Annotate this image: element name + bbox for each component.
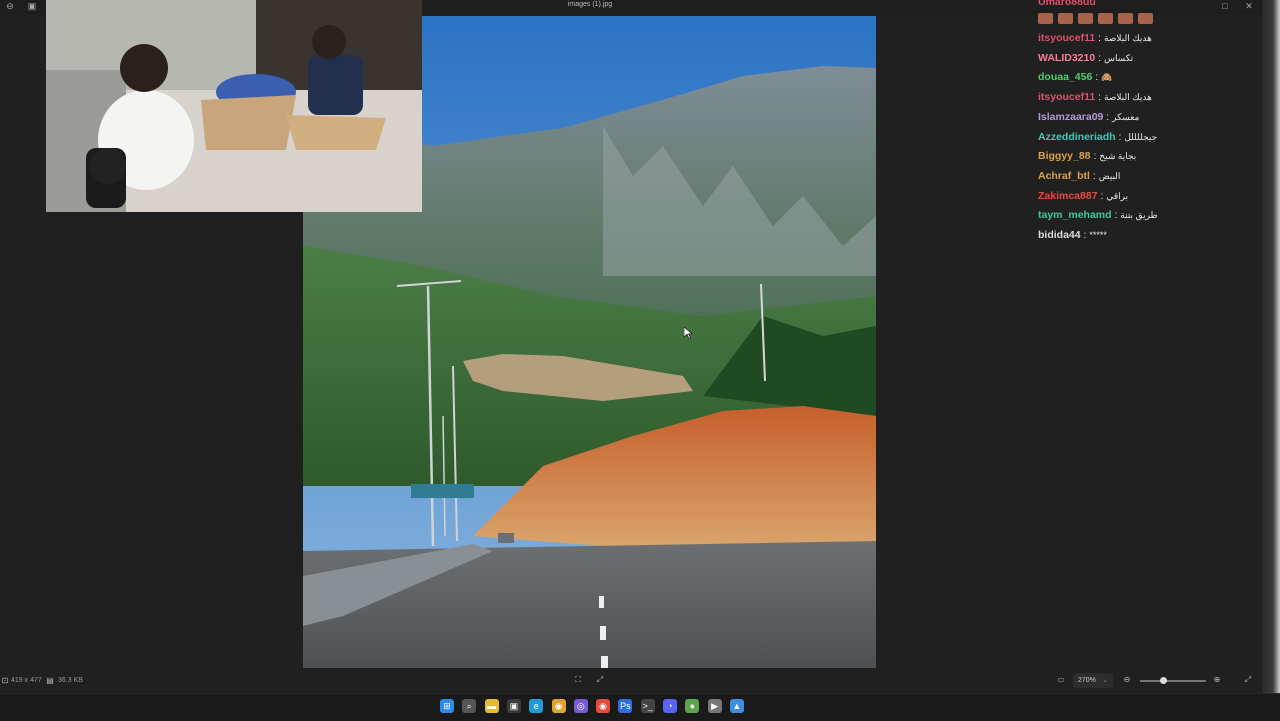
app-icon: ⊖ xyxy=(6,1,14,11)
view-mode-icon[interactable]: ▭ xyxy=(1056,675,1066,685)
open-file-icon[interactable]: ▣ xyxy=(26,0,38,12)
fit-to-window-icon[interactable]: ⛶ xyxy=(573,675,583,685)
chat-username: taym_mehamd xyxy=(1038,209,1112,222)
chat-message: bidida44 : ***** xyxy=(1038,229,1107,241)
close-icon[interactable]: ✕ xyxy=(1243,0,1255,12)
android-icon[interactable]: ● xyxy=(685,699,700,713)
chat-message: taym_mehamd : طريق بتنة xyxy=(1038,209,1158,221)
media-player-icon[interactable]: ▶ xyxy=(707,699,722,713)
chat-username: WALID3210 xyxy=(1038,51,1096,64)
maximize-icon[interactable]: □ xyxy=(1219,0,1231,12)
chat-message: Islamzaara09 : معسكر xyxy=(1038,111,1139,123)
chat-text: هديك البلاصة xyxy=(1103,92,1152,103)
chat-separator: : xyxy=(1095,91,1104,104)
mouse-cursor-icon xyxy=(684,327,692,339)
zoom-slider[interactable] xyxy=(1140,680,1206,682)
chevron-down-icon: ⌄ xyxy=(1102,677,1108,684)
emote-row xyxy=(1038,13,1153,24)
zoom-slider-thumb[interactable] xyxy=(1160,677,1167,684)
chrome-canary-icon[interactable]: ◉ xyxy=(551,699,566,713)
chat-username: Achraf_btl xyxy=(1038,169,1090,182)
webcam-overlay xyxy=(46,0,422,212)
chat-separator: : xyxy=(1111,209,1121,222)
terminal-icon[interactable]: >_ xyxy=(640,699,655,713)
discord-icon[interactable]: ◔ xyxy=(663,699,677,713)
emote-icon xyxy=(1038,13,1053,24)
chat-separator: : xyxy=(1097,189,1107,202)
chat-text: جيجللللل xyxy=(1124,131,1158,142)
background-window-edge xyxy=(1262,0,1280,693)
chat-separator: : xyxy=(1095,32,1104,44)
chat-username: Islamzaara09 xyxy=(1038,110,1104,123)
chat-message: Biggyy_88 : بجاية شيخ xyxy=(1038,150,1136,162)
photoshop-icon[interactable]: Ps xyxy=(618,699,633,713)
emote-icon xyxy=(1138,13,1153,24)
zoom-dropdown[interactable]: 270% ⌄ xyxy=(1073,673,1113,688)
chat-text: ***** xyxy=(1089,230,1107,240)
dimensions-icon: ⊡ xyxy=(1,676,9,685)
chat-username: Zakimca887 xyxy=(1038,189,1098,202)
chat-username: Azzeddineriadh xyxy=(1038,130,1116,143)
emote-icon xyxy=(1118,13,1133,24)
chat-text: تكساس xyxy=(1103,52,1134,63)
file-size: 36.3 KB xyxy=(58,677,83,684)
emote-icon xyxy=(1098,13,1113,24)
edge-icon[interactable]: e xyxy=(529,699,544,713)
chat-message: itsyoucef11 : هديك البلاصة xyxy=(1038,32,1152,44)
chat-message: itsyoucef11 : هديك البلاصة xyxy=(1038,91,1152,103)
file-size-icon: ▤ xyxy=(46,676,54,685)
chat-separator: : xyxy=(1103,110,1113,123)
file-explorer-icon[interactable]: ▬ xyxy=(484,699,499,713)
chat-text: طريق بتنة xyxy=(1120,210,1158,221)
chat-text: براقي xyxy=(1106,190,1129,201)
chat-separator: : xyxy=(1089,169,1099,182)
image-viewer-window: ⊖ ▣ images (1).jpg Umaro88uu itsyoucef11… xyxy=(0,0,1262,693)
store-icon[interactable]: ▣ xyxy=(506,699,521,713)
chat-separator: : xyxy=(1090,150,1100,163)
chat-username: itsyoucef11 xyxy=(1038,32,1096,44)
fullscreen-icon[interactable]: ⤢ xyxy=(1243,675,1253,685)
photos-icon[interactable]: ▲ xyxy=(729,699,744,713)
zoom-in-icon[interactable]: ⊕ xyxy=(1212,675,1222,685)
chat-username: Biggyy_88 xyxy=(1038,150,1091,163)
chat-username: itsyoucef11 xyxy=(1038,91,1096,104)
zoom-value: 270% xyxy=(1078,677,1096,684)
chat-message: Zakimca887 : براقي xyxy=(1038,190,1128,202)
chat-text: معسكر xyxy=(1112,111,1140,122)
chat-text: هديك البلاصة xyxy=(1103,33,1152,43)
chat-text: بجاية شيخ xyxy=(1099,151,1137,162)
chat-message: Achraf_btl : البيض xyxy=(1038,170,1120,182)
obs-icon[interactable]: ◎ xyxy=(573,699,588,713)
chat-message: douaa_456 : 🙈 xyxy=(1038,71,1112,83)
chat-text: البيض xyxy=(1098,170,1121,181)
chat-top-line: Umaro88uu xyxy=(1038,0,1096,8)
chat-username: bidida44 xyxy=(1038,229,1081,241)
chat-username: Umaro88uu xyxy=(1038,0,1096,8)
search-icon[interactable]: ⌕ xyxy=(462,699,477,713)
window-title: images (1).jpg xyxy=(567,1,613,8)
chat-separator: : xyxy=(1092,71,1102,84)
chat-overlay: Umaro88uu itsyoucef11 : هديك البلاصة WALI… xyxy=(1030,0,1258,250)
chat-separator: : xyxy=(1095,51,1104,64)
chat-text: 🙈 xyxy=(1101,72,1113,83)
zoom-out-icon[interactable]: ⊖ xyxy=(1122,675,1132,685)
chat-message: WALID3210 : تكساس xyxy=(1038,52,1133,64)
windows-start-icon[interactable]: ⊞ xyxy=(440,699,454,713)
chat-username: douaa_456 xyxy=(1038,71,1093,84)
chat-message: Azzeddineriadh : جيجللللل xyxy=(1038,131,1157,143)
image-dimensions: 419 x 477 xyxy=(11,677,42,684)
emote-icon xyxy=(1058,13,1073,24)
actual-size-icon[interactable]: ⤢ xyxy=(595,675,605,685)
chrome-icon[interactable]: ◉ xyxy=(596,699,611,713)
emote-icon xyxy=(1078,13,1093,24)
